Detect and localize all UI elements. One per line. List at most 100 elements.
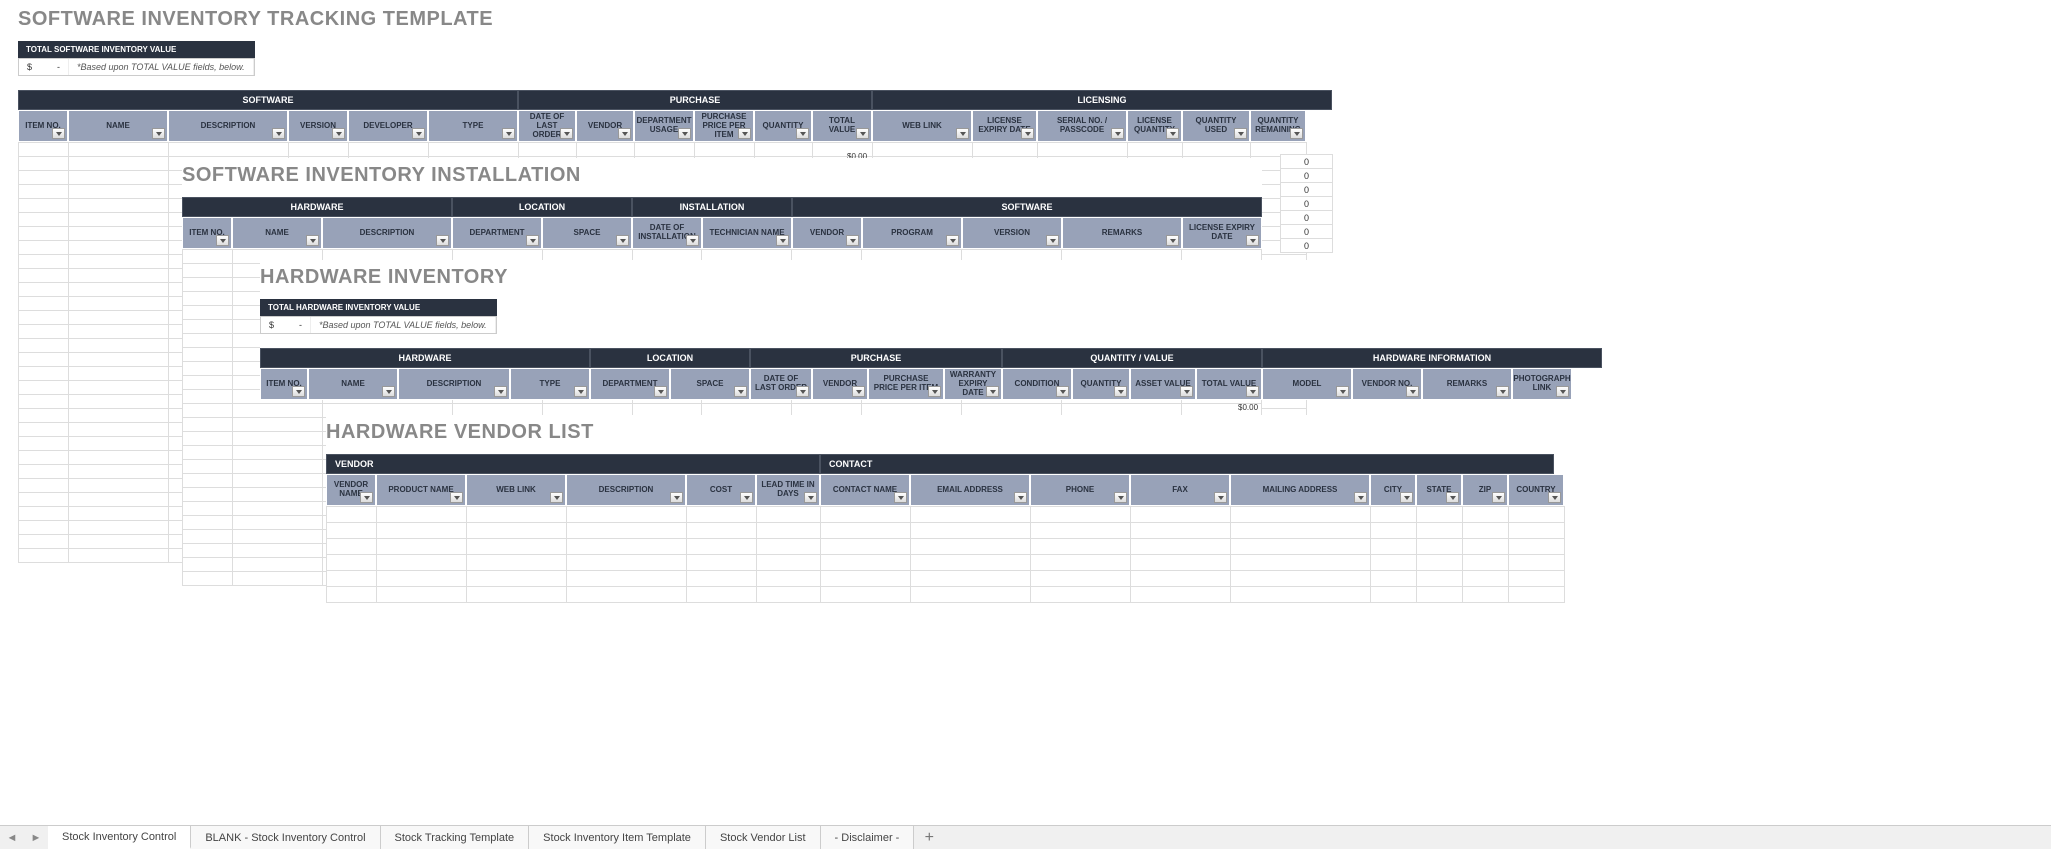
filter-icon[interactable]: [678, 128, 691, 139]
filter-icon[interactable]: [1446, 492, 1459, 503]
section-headers: HARDWARE LOCATION PURCHASE QUANTITY / VA…: [260, 348, 2050, 368]
qty-remaining-cell: 0: [1281, 155, 1333, 169]
filter-icon[interactable]: [654, 386, 667, 397]
sheet-tab[interactable]: Stock Inventory Control: [48, 826, 191, 849]
filter-icon[interactable]: [1046, 235, 1059, 246]
filter-icon[interactable]: [1166, 128, 1179, 139]
column-headers: ITEM NO. NAME DESCRIPTION TYPE DEPARTMEN…: [260, 368, 2050, 400]
filter-icon[interactable]: [306, 235, 319, 246]
section-headers: VENDOR CONTACT: [326, 454, 2046, 474]
filter-icon[interactable]: [1014, 492, 1027, 503]
filter-icon[interactable]: [360, 492, 373, 503]
filter-icon[interactable]: [846, 235, 859, 246]
filter-icon[interactable]: [1246, 386, 1259, 397]
page-title: HARDWARE INVENTORY: [260, 266, 2050, 289]
sheet-tab[interactable]: Stock Inventory Item Template: [529, 826, 706, 849]
qty-remaining-cell: 0: [1281, 197, 1333, 211]
table-row: [327, 523, 1565, 539]
tab-nav-next[interactable]: ►: [24, 826, 48, 849]
filter-icon[interactable]: [946, 235, 959, 246]
filter-icon[interactable]: [740, 492, 753, 503]
page-title: SOFTWARE INVENTORY INSTALLATION: [182, 164, 1262, 187]
filter-icon[interactable]: [738, 128, 751, 139]
filter-icon[interactable]: [494, 386, 507, 397]
filter-icon[interactable]: [436, 235, 449, 246]
qty-remaining-cell: 0: [1281, 239, 1333, 253]
filter-icon[interactable]: [928, 386, 941, 397]
filter-icon[interactable]: [1166, 235, 1179, 246]
qty-remaining-column: 0000000: [1280, 154, 1333, 253]
filter-icon[interactable]: [152, 128, 165, 139]
total-value-peek: $0.00: [1238, 403, 1258, 412]
filter-icon[interactable]: [734, 386, 747, 397]
filter-icon[interactable]: [412, 128, 425, 139]
sheet-tab[interactable]: Stock Tracking Template: [381, 826, 530, 849]
filter-icon[interactable]: [796, 386, 809, 397]
filter-icon[interactable]: [1234, 128, 1247, 139]
filter-icon[interactable]: [776, 235, 789, 246]
filter-icon[interactable]: [1336, 386, 1349, 397]
table-row: [327, 539, 1565, 555]
filter-icon[interactable]: [1400, 492, 1413, 503]
filter-icon[interactable]: [216, 235, 229, 246]
filter-icon[interactable]: [804, 492, 817, 503]
filter-icon[interactable]: [1214, 492, 1227, 503]
filter-icon[interactable]: [616, 235, 629, 246]
section-headers: HARDWARE LOCATION INSTALLATION SOFTWARE: [182, 197, 1262, 217]
filter-icon[interactable]: [550, 492, 563, 503]
filter-icon[interactable]: [1548, 492, 1561, 503]
filter-icon[interactable]: [1556, 386, 1569, 397]
qty-remaining-cell: 0: [1281, 183, 1333, 197]
filter-icon[interactable]: [272, 128, 285, 139]
filter-icon[interactable]: [450, 492, 463, 503]
filter-icon[interactable]: [986, 386, 999, 397]
hardware-inventory-sheet: HARDWARE INVENTORY TOTAL HARDWARE INVENT…: [260, 260, 2050, 400]
tab-nav-prev[interactable]: ◄: [0, 826, 24, 849]
filter-icon[interactable]: [1180, 386, 1193, 397]
filter-icon[interactable]: [1492, 492, 1505, 503]
filter-icon[interactable]: [1496, 386, 1509, 397]
filter-icon[interactable]: [618, 128, 631, 139]
column-headers: ITEM NO. NAME DESCRIPTION VERSION DEVELO…: [18, 110, 1338, 142]
filter-icon[interactable]: [856, 128, 869, 139]
page-title: SOFTWARE INVENTORY TRACKING TEMPLATE: [18, 8, 1338, 31]
filter-icon[interactable]: [526, 235, 539, 246]
table-row: [19, 143, 1307, 157]
filter-icon[interactable]: [1056, 386, 1069, 397]
filter-icon[interactable]: [956, 128, 969, 139]
filter-icon[interactable]: [574, 386, 587, 397]
sheet-tab[interactable]: BLANK - Stock Inventory Control: [191, 826, 380, 849]
filter-icon[interactable]: [560, 128, 573, 139]
filter-icon[interactable]: [796, 128, 809, 139]
filter-icon[interactable]: [1114, 386, 1127, 397]
filter-icon[interactable]: [292, 386, 305, 397]
qty-remaining-cell: 0: [1281, 211, 1333, 225]
table-row: [327, 555, 1565, 571]
sheet-tabs: ◄ ► Stock Inventory ControlBLANK - Stock…: [0, 825, 2051, 849]
total-value-header: TOTAL SOFTWARE INVENTORY VALUE: [18, 41, 255, 58]
column-headers: ITEM NO. NAME DESCRIPTION DEPARTMENT SPA…: [182, 217, 1262, 249]
filter-icon[interactable]: [1021, 128, 1034, 139]
filter-icon[interactable]: [52, 128, 65, 139]
filter-icon[interactable]: [1111, 128, 1124, 139]
section-headers: SOFTWARE PURCHASE LICENSING: [18, 90, 1338, 110]
empty-rows-l4: [326, 506, 1565, 603]
add-sheet-button[interactable]: +: [914, 826, 944, 849]
sheet-tab[interactable]: Stock Vendor List: [706, 826, 821, 849]
sheet-tab[interactable]: - Disclaimer -: [821, 826, 915, 849]
filter-icon[interactable]: [502, 128, 515, 139]
filter-icon[interactable]: [1114, 492, 1127, 503]
filter-icon[interactable]: [1354, 492, 1367, 503]
filter-icon[interactable]: [1246, 235, 1259, 246]
filter-icon[interactable]: [894, 492, 907, 503]
filter-icon[interactable]: [382, 386, 395, 397]
table-row: [327, 587, 1565, 603]
filter-icon[interactable]: [852, 386, 865, 397]
filter-icon[interactable]: [1406, 386, 1419, 397]
filter-icon[interactable]: [686, 235, 699, 246]
filter-icon[interactable]: [670, 492, 683, 503]
filter-icon[interactable]: [1290, 128, 1303, 139]
filter-icon[interactable]: [332, 128, 345, 139]
total-value-row: $- *Based upon TOTAL VALUE fields, below…: [18, 58, 255, 76]
hardware-vendor-sheet: HARDWARE VENDOR LIST VENDOR CONTACT VEND…: [326, 415, 2046, 603]
